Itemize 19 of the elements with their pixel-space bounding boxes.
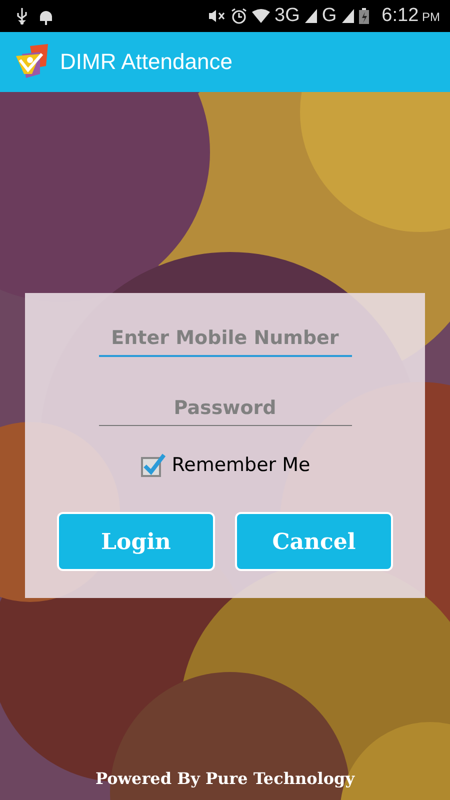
alarm-icon [230,8,247,24]
cancel-button[interactable]: Cancel [235,512,393,571]
password-field[interactable]: Password [98,391,352,426]
footer-text: Powered By Pure Technology [96,769,354,788]
mobile-number-field[interactable]: Enter Mobile Number [98,321,352,357]
network-type: G [322,5,337,27]
clock: 6:12 PM [382,5,440,27]
login-button[interactable]: Login [57,512,215,571]
signal-icon [304,9,317,23]
network-type: 3G [274,5,300,27]
battery-icon [358,8,369,24]
checkbox[interactable] [140,452,166,478]
mute-icon [208,9,226,23]
app-title: DIMR Attendance [60,49,232,75]
checkbox-label: Remember Me [172,454,310,476]
wifi-icon [252,9,270,23]
app-logo-icon [16,44,50,80]
usb-icon [16,7,28,25]
signal-icon [342,9,354,23]
